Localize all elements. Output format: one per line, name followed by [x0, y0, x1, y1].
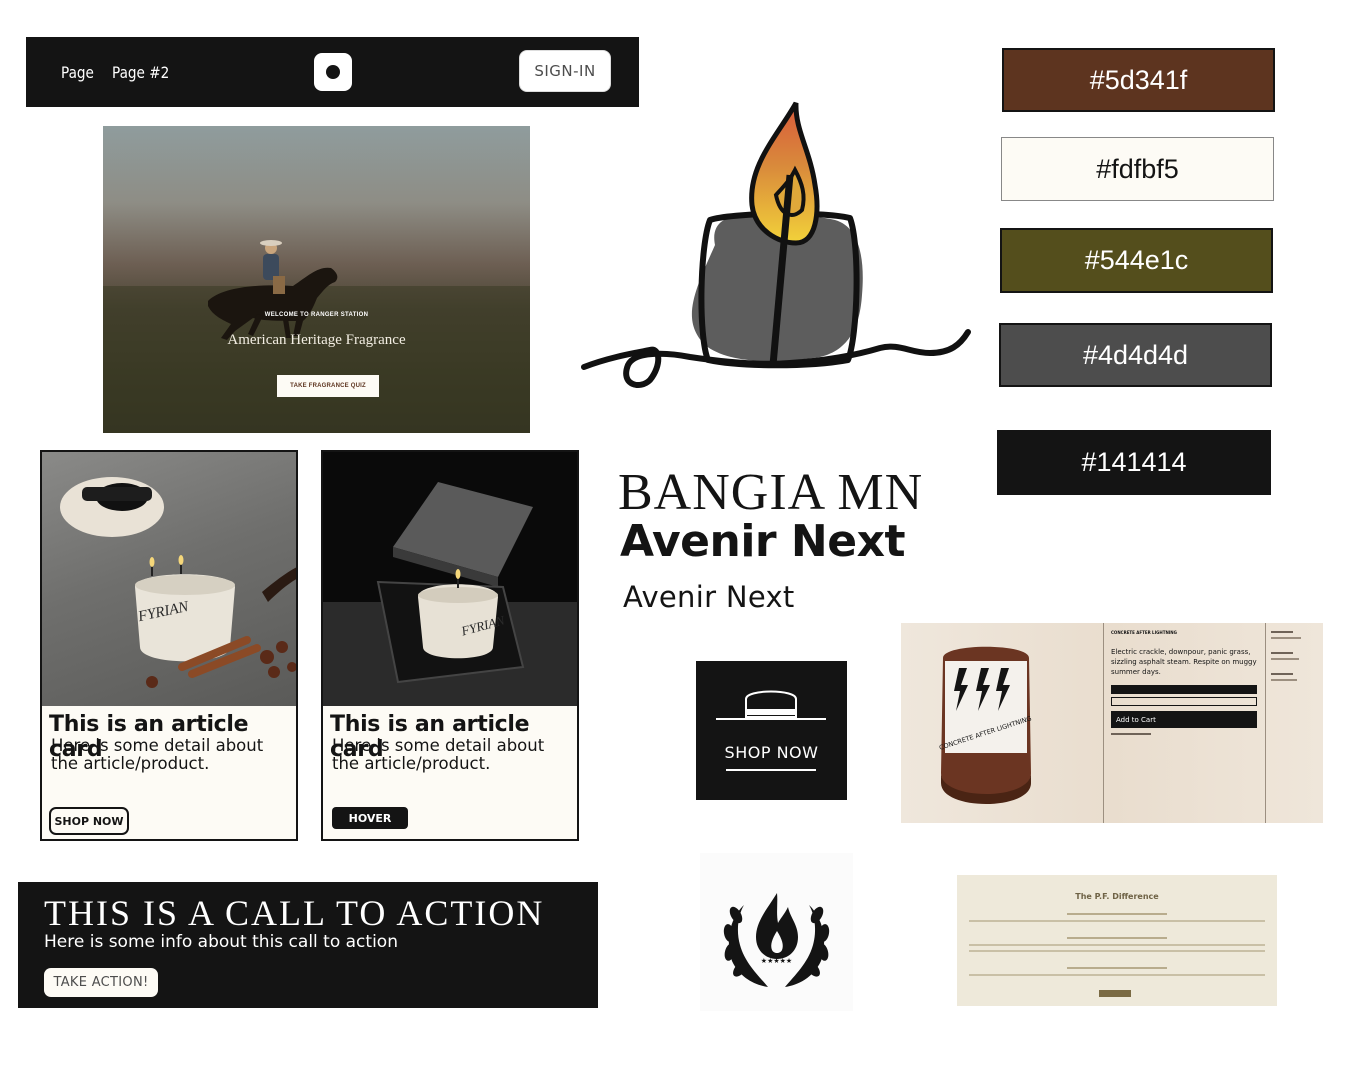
- subscribe-select[interactable]: [1111, 697, 1257, 706]
- color-swatch-cream: #fdfbf5: [1001, 137, 1274, 201]
- nav-bar: Page Page #2 SIGN-IN: [26, 37, 639, 107]
- cta-title: THIS IS A CALL TO ACTION: [44, 893, 545, 933]
- hover-button[interactable]: HOVER: [332, 807, 408, 829]
- hero-banner: WELCOME TO RANGER STATION American Herit…: [103, 126, 530, 433]
- serif-font-sample: BANGIA MN: [618, 464, 924, 521]
- shop-now-underline: [726, 769, 816, 771]
- nav-link-page-2[interactable]: Page #2: [112, 63, 169, 82]
- product-jar-image: CONCRETE AFTER LIGHTNING: [938, 646, 1033, 804]
- card-description: Here is some detail about the article/pr…: [51, 736, 264, 773]
- swatch-hex-label: #fdfbf5: [1096, 153, 1179, 184]
- shop-now-label: SHOP NOW: [724, 743, 819, 762]
- candle-flame-illustration: [581, 101, 971, 388]
- regular-font-sample: Avenir Next: [623, 580, 795, 614]
- color-swatch-olive: #544e1c: [1000, 228, 1273, 293]
- learn-more-button[interactable]: [1099, 990, 1131, 997]
- shop-now-tile[interactable]: SHOP NOW: [696, 661, 847, 800]
- product-name: CONCRETE AFTER LIGHTNING: [1111, 630, 1177, 635]
- shop-now-button[interactable]: SHOP NOW: [49, 807, 129, 835]
- hero-eyebrow: WELCOME TO RANGER STATION: [264, 312, 369, 318]
- add-to-cart-button[interactable]: Add to Cart: [1111, 711, 1257, 728]
- bold-font-sample: Avenir Next: [620, 516, 906, 567]
- candle-photo: [60, 477, 296, 688]
- hero-title: American Heritage Fragrance: [227, 332, 406, 348]
- article-card[interactable]: FYRIAN This is an article card Here is s…: [321, 450, 579, 841]
- sign-in-button[interactable]: SIGN-IN: [519, 50, 611, 92]
- color-swatch-brown: #5d341f: [1002, 48, 1275, 112]
- card-description: Here is some detail about the article/pr…: [332, 736, 545, 773]
- size-select[interactable]: [1111, 685, 1257, 694]
- swatch-hex-label: #141414: [1081, 447, 1187, 477]
- color-swatch-black: #141414: [997, 430, 1271, 495]
- product-description: Electric crackle, downpour, panic grass,…: [1111, 648, 1257, 676]
- card-image: FYRIAN: [323, 452, 577, 706]
- call-to-action-banner: THIS IS A CALL TO ACTION Here is some in…: [18, 882, 598, 1008]
- pf-title: The P.F. Difference: [1075, 892, 1159, 901]
- badge-stars: ★★★★★: [761, 957, 792, 965]
- article-card[interactable]: FYRIAN This is an article card Here is s…: [40, 450, 298, 841]
- laurel-flame-icon: ★★★★★: [723, 893, 830, 987]
- color-swatch-gray: #4d4d4d: [999, 323, 1272, 387]
- boxed-candle-photo: [323, 482, 577, 706]
- nav-link-page[interactable]: Page: [61, 63, 94, 82]
- hat-icon: [716, 690, 826, 720]
- logo-icon[interactable]: [314, 53, 352, 91]
- product-page-preview: CONCRETE AFTER LIGHTNING CONCRETE AFTER …: [901, 623, 1323, 823]
- swatch-hex-label: #5d341f: [1089, 64, 1188, 95]
- take-fragrance-quiz-button[interactable]: TAKE FRAGRANCE QUIZ: [277, 375, 379, 397]
- take-action-button[interactable]: TAKE ACTION!: [44, 968, 158, 997]
- swatch-hex-label: #544e1c: [1084, 245, 1189, 275]
- card-image: FYRIAN: [42, 452, 296, 706]
- cta-text: Here is some info about this call to act…: [44, 932, 398, 952]
- award-badge: ★★★★★: [700, 853, 853, 1011]
- pf-difference-panel: The P.F. Difference: [957, 875, 1277, 1006]
- swatch-hex-label: #4d4d4d: [1082, 339, 1189, 370]
